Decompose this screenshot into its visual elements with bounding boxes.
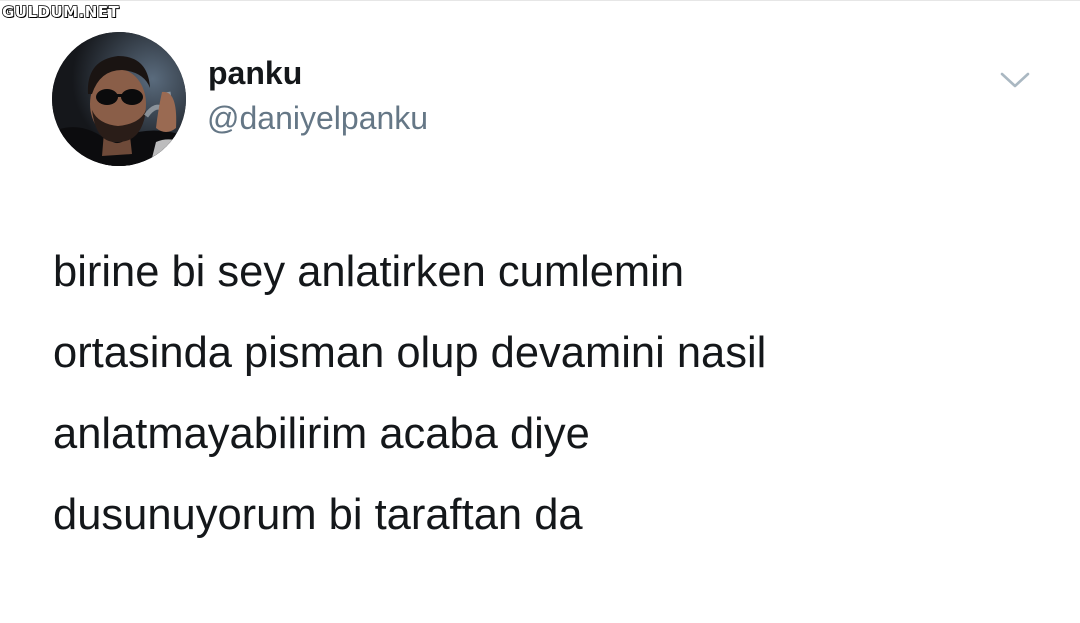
avatar-photo-icon <box>52 32 186 166</box>
tweet-menu-button[interactable] <box>994 62 1036 98</box>
tweet-text: birine bi sey anlatirken cumlemin ortasi… <box>53 232 1033 556</box>
tweet-card: panku @daniyelpanku birine bi sey anlati… <box>0 0 1080 623</box>
chevron-down-icon <box>1000 72 1030 88</box>
avatar[interactable] <box>52 32 186 166</box>
tweet-text-line: anlatmayabilirim acaba diye <box>53 410 590 458</box>
author-display-name[interactable]: panku <box>208 55 302 91</box>
author-handle[interactable]: @daniyelpanku <box>207 100 428 136</box>
tweet-text-line: birine bi sey anlatirken cumlemin <box>53 248 685 296</box>
tweet-text-line: ortasinda pisman olup devamini nasil <box>53 329 767 377</box>
tweet-text-line: dusunuyorum bi taraftan da <box>53 491 583 539</box>
